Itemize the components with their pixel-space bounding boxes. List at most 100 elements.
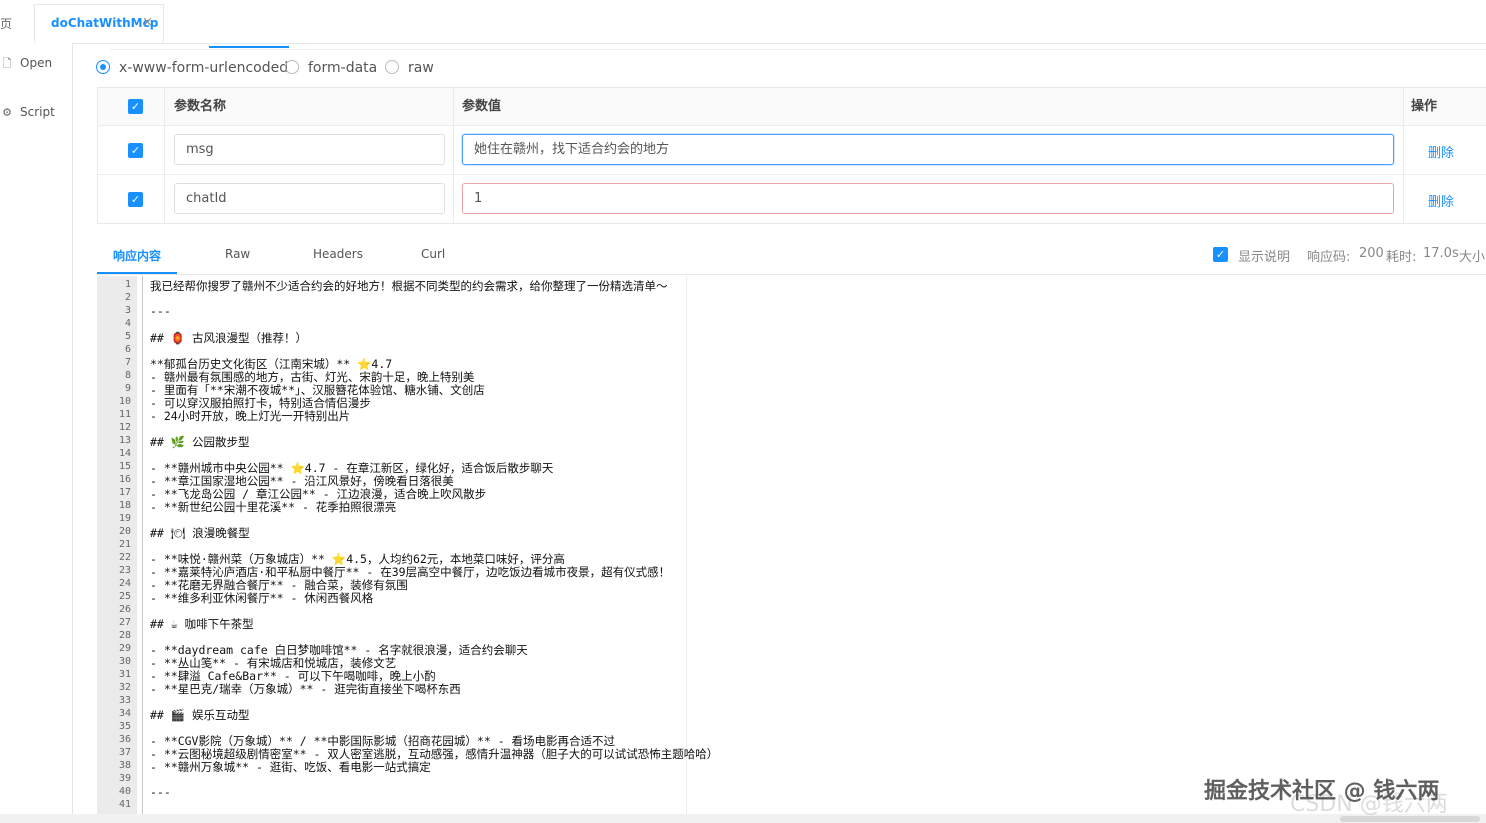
row-checkbox-chatid[interactable]: ✓ — [128, 192, 143, 207]
param-value-input[interactable]: 她住在赣州，找下适合约会的地方 — [462, 134, 1394, 165]
response-editor[interactable]: 1 我已经帮你搜罗了赣州不少适合约会的好地方！根据不同类型的约会需求，给你整理了一… — [97, 276, 1486, 823]
sidebar: 🗋 Open ⚙ Script — [0, 43, 73, 823]
line-number: 34 — [118, 708, 131, 719]
select-all-checkbox[interactable]: ✓ — [128, 99, 143, 114]
line-number: 29 — [118, 643, 131, 654]
section-divider — [110, 49, 1486, 50]
line-number: 27 — [118, 617, 131, 628]
header-param-name: 参数名称 — [174, 99, 227, 114]
sidebar-item-script[interactable]: ⚙ Script — [0, 105, 55, 119]
header-param-value: 参数值 — [462, 99, 502, 114]
line-number: 37 — [118, 747, 131, 758]
status-code-value: 200 — [1359, 246, 1384, 261]
param-name-input[interactable]: chatId — [174, 183, 445, 214]
line-number: 41 — [118, 799, 131, 810]
size-label: 大小 — [1459, 250, 1486, 265]
line-number: 30 — [118, 656, 131, 667]
file-icon: 🗋 — [2, 57, 12, 70]
gutter-divider — [142, 276, 143, 823]
line-number: 12 — [118, 422, 131, 433]
delete-row-button[interactable]: 删除 — [1428, 142, 1454, 161]
line-number: 28 — [118, 630, 131, 641]
line-number: 39 — [118, 773, 131, 784]
param-value-input[interactable]: 1 — [462, 183, 1394, 214]
line-number: 21 — [118, 539, 131, 550]
params-table: ✓ 参数名称 参数值 操作 ✓ msg 她住在赣州，找下适合约会的地方 删除 ✓… — [97, 87, 1486, 225]
row-checkbox-msg[interactable]: ✓ — [128, 143, 143, 158]
line-number: 15 — [118, 461, 131, 472]
line-number: 25 — [118, 591, 131, 602]
radio-raw[interactable]: raw — [385, 60, 434, 76]
sidebar-item-label: Script — [20, 105, 55, 119]
print-margin — [686, 276, 687, 823]
line-number: 38 — [118, 760, 131, 771]
line-number: 6 — [124, 344, 131, 355]
line-number: 16 — [118, 474, 131, 485]
radio-dot — [385, 60, 399, 74]
line-number: 4 — [124, 318, 131, 329]
gear-icon: ⚙ — [2, 106, 12, 119]
radio-dot — [96, 60, 110, 74]
line-number: 9 — [124, 383, 131, 394]
radio-label: form-data — [308, 60, 378, 76]
line-number: 3 — [124, 305, 131, 316]
line-number: 32 — [118, 682, 131, 693]
line-number: 1 — [124, 279, 131, 290]
tab-dochatwithmcp[interactable]: doChatWithMcp × — [34, 4, 164, 43]
code-line: ## ☕ 咖啡下午茶型 — [150, 617, 254, 631]
code-line: ## 🍽 浪漫晚餐型 — [150, 526, 250, 540]
tab-response-content[interactable]: 响应内容 — [113, 247, 161, 264]
code-line: - **赣州万象城** - 逛街、吃饭、看电影一站式搞定 — [150, 760, 431, 774]
line-number: 17 — [118, 487, 131, 498]
line-number: 2 — [124, 292, 131, 303]
sidebar-item-open[interactable]: 🗋 Open — [0, 55, 53, 74]
line-number: 18 — [118, 500, 131, 511]
line-number: 11 — [118, 409, 131, 420]
line-number: 7 — [124, 357, 131, 368]
close-icon[interactable]: × — [142, 15, 153, 30]
radio-dot — [285, 60, 299, 74]
table-header-row — [98, 88, 1486, 125]
show-description-checkbox[interactable]: ✓ — [1213, 247, 1228, 262]
line-number: 23 — [118, 565, 131, 576]
code-line: ## 🌿 公园散步型 — [150, 435, 250, 449]
row-divider — [98, 174, 1486, 175]
param-name-input[interactable]: msg — [174, 134, 445, 165]
column-divider — [1403, 88, 1404, 225]
code-line: - 24小时开放，晚上灯光一开特别出片 — [150, 409, 351, 423]
radio-label: x-www-form-urlencoded — [119, 60, 289, 76]
line-number: 40 — [118, 786, 131, 797]
line-number: 20 — [118, 526, 131, 537]
code-line: ## 🎬 娱乐互动型 — [150, 708, 250, 722]
column-divider — [453, 88, 454, 225]
tab-home[interactable]: 主页 — [0, 15, 12, 32]
line-number: 24 — [118, 578, 131, 589]
line-number: 13 — [118, 435, 131, 446]
radio-form-data[interactable]: form-data — [285, 60, 377, 76]
line-number: 31 — [118, 669, 131, 680]
line-number: 36 — [118, 734, 131, 745]
line-number: 22 — [118, 552, 131, 563]
delete-row-button[interactable]: 删除 — [1428, 191, 1454, 210]
column-divider — [164, 88, 165, 225]
watermark: 掘金技术社区 @ 钱六两 — [1204, 779, 1440, 804]
tab-bar: 主页 doChatWithMcp × — [0, 0, 1486, 44]
code-line: - **新世纪公园十里花溪** - 花季拍照很漂亮 — [150, 500, 397, 514]
code-line: - **星巴克/瑞幸（万象城）** - 逛完街直接坐下喝杯东西 — [150, 682, 461, 696]
code-line: --- — [150, 785, 171, 799]
tab-curl[interactable]: Curl — [421, 247, 445, 261]
line-number: 8 — [124, 370, 131, 381]
time-value: 17.0s — [1423, 246, 1459, 261]
tab-headers[interactable]: Headers — [313, 247, 363, 261]
line-number: 14 — [118, 448, 131, 459]
tab-raw[interactable]: Raw — [225, 247, 250, 261]
horizontal-scrollbar[interactable] — [0, 814, 1486, 823]
line-number: 5 — [124, 331, 131, 342]
line-number: 26 — [118, 604, 131, 615]
line-number: 35 — [118, 721, 131, 732]
code-line: --- — [150, 304, 171, 318]
radio-x-www-form-urlencoded[interactable]: x-www-form-urlencoded — [96, 60, 288, 76]
header-actions: 操作 — [1411, 99, 1438, 114]
line-number: 19 — [118, 513, 131, 524]
sidebar-item-label: Open — [20, 56, 53, 70]
